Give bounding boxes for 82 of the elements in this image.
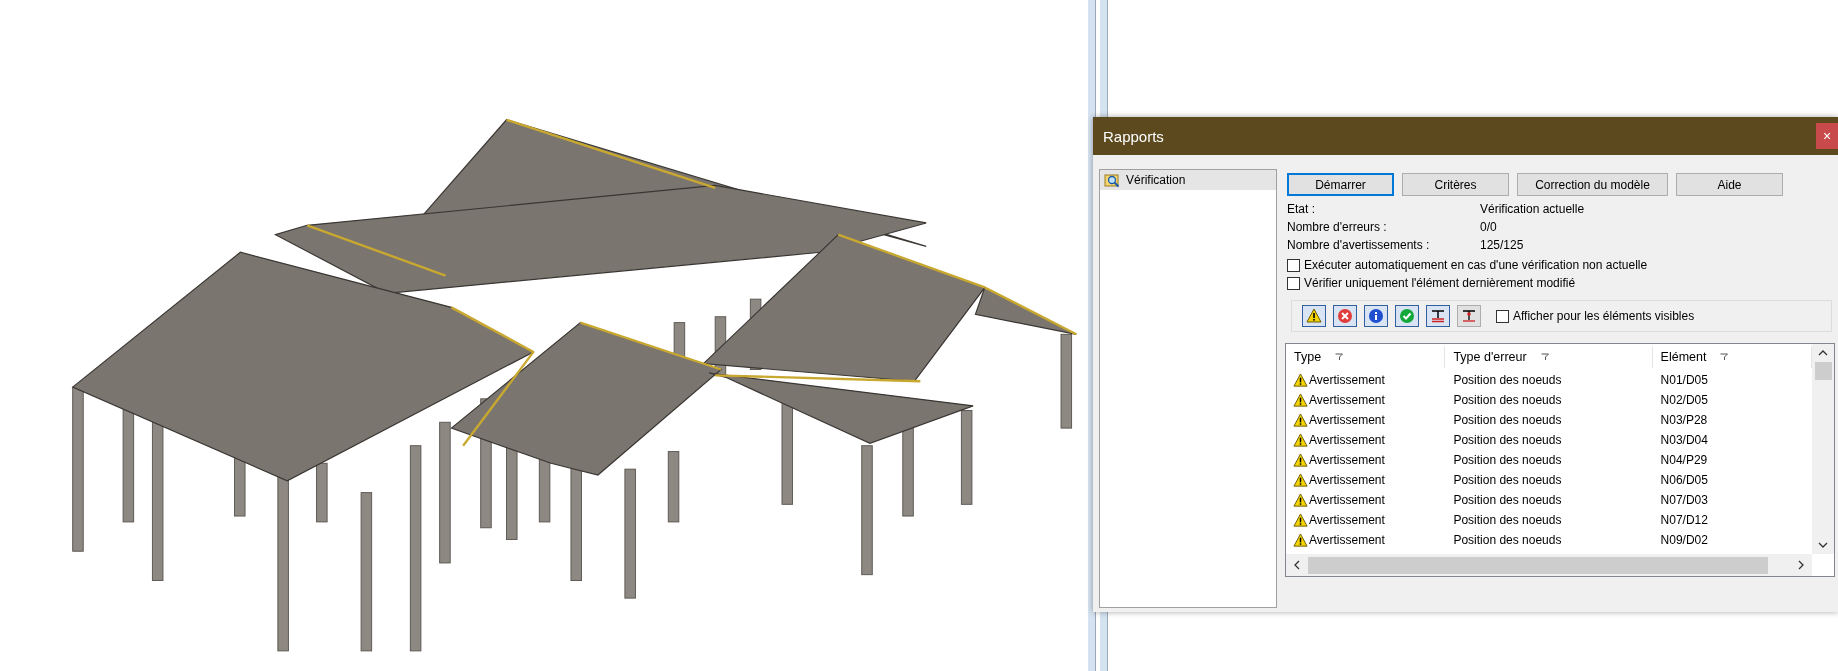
table-cell: Position des noeuds <box>1453 513 1562 527</box>
table-cell: Position des noeuds <box>1453 373 1562 387</box>
table-cell: N02/D05 <box>1660 393 1708 407</box>
checkbox[interactable] <box>1287 276 1300 290</box>
warning-icon <box>1293 492 1308 508</box>
warning-icon <box>1293 472 1308 488</box>
status-label: Etat : <box>1287 202 1316 216</box>
info-icon <box>1368 308 1384 324</box>
close-button[interactable]: × <box>1816 123 1838 149</box>
table-cell: N09/D02 <box>1660 533 1708 547</box>
table-cell: Avertissement <box>1309 393 1385 407</box>
column-header[interactable]: Type d'erreur <box>1445 346 1653 368</box>
ok-filter-toggle[interactable] <box>1395 305 1419 327</box>
table-cell: Avertissement <box>1309 473 1385 487</box>
column-header[interactable]: Type <box>1286 346 1446 368</box>
scroll-left-icon[interactable] <box>1294 560 1300 570</box>
table-cell: Position des noeuds <box>1453 433 1562 447</box>
horizontal-scrollbar[interactable] <box>1286 554 1812 576</box>
warning-icon <box>1293 392 1308 408</box>
action-button[interactable]: Aide <box>1676 173 1783 196</box>
table-cell: N07/D03 <box>1660 493 1708 507</box>
error-icon <box>1337 308 1353 324</box>
table-cell: N07/D12 <box>1660 513 1708 527</box>
info-filter-toggle[interactable] <box>1364 305 1388 327</box>
table-cell: Avertissement <box>1309 413 1385 427</box>
scroll-up-icon[interactable] <box>1818 350 1828 356</box>
filter-icon[interactable] <box>1335 353 1344 361</box>
table-cell: Position des noeuds <box>1453 453 1562 467</box>
table-cell: Avertissement <box>1309 373 1385 387</box>
table-cell: Position des noeuds <box>1453 413 1562 427</box>
action-button[interactable]: Correction du modèle <box>1517 173 1668 196</box>
tree-item[interactable]: Vérification <box>1100 170 1276 190</box>
checkbox[interactable] <box>1496 309 1509 323</box>
scroll-down-icon[interactable] <box>1818 542 1828 548</box>
node-icon <box>1461 308 1477 324</box>
status-value: 0/0 <box>1480 220 1498 234</box>
table-cell: N03/P28 <box>1660 413 1708 427</box>
table-cell: Avertissement <box>1309 493 1385 507</box>
action-button[interactable]: Démarrer <box>1287 173 1394 196</box>
warning-icon <box>1293 432 1308 448</box>
warning-icon <box>1293 452 1308 468</box>
table-cell: Avertissement <box>1309 513 1385 527</box>
warning-icon <box>1306 308 1322 324</box>
warning-icon <box>1293 532 1308 548</box>
status-value: Vérification actuelle <box>1480 202 1586 216</box>
warning-icon <box>1293 372 1308 388</box>
window-title: Rapports <box>1102 127 1164 145</box>
table-cell: Position des noeuds <box>1453 493 1562 507</box>
node-filter-toggle[interactable] <box>1457 305 1481 327</box>
filter-icon[interactable] <box>1540 353 1549 361</box>
table-cell: Position des noeuds <box>1453 473 1562 487</box>
checkbox[interactable] <box>1287 258 1300 272</box>
scroll-right-icon[interactable] <box>1798 560 1804 570</box>
beam-icon <box>1430 308 1446 324</box>
table-cell: Position des noeuds <box>1453 533 1562 547</box>
error-filter-toggle[interactable] <box>1333 305 1357 327</box>
checkbox-label: Vérifier uniquement l'élément dernièrement modifié <box>1304 276 1576 290</box>
warning-filter-toggle[interactable] <box>1302 305 1326 327</box>
action-button[interactable]: Critères <box>1402 173 1509 196</box>
warning-icon <box>1293 412 1308 428</box>
checkbox-label: Afficher pour les éléments visibles <box>1513 309 1695 323</box>
checkbox-label: Exécuter automatiquement en cas d'une vérification non actuelle <box>1304 258 1648 272</box>
table-cell: N04/P29 <box>1660 453 1708 467</box>
magnifier-folder-icon <box>1104 172 1120 188</box>
column-header[interactable]: Elément <box>1652 346 1812 368</box>
check-icon <box>1399 308 1415 324</box>
scroll-thumb[interactable] <box>1814 362 1832 380</box>
status-value: 125/125 <box>1480 238 1525 252</box>
table-cell: Position des noeuds <box>1453 393 1562 407</box>
table-cell: Avertissement <box>1309 453 1385 467</box>
table-cell: N01/D05 <box>1660 373 1708 387</box>
bar-filter-toggle[interactable] <box>1426 305 1450 327</box>
table-cell: Avertissement <box>1309 433 1385 447</box>
table-cell: N06/D05 <box>1660 473 1708 487</box>
table-cell: N03/D04 <box>1660 433 1708 447</box>
table-cell: Avertissement <box>1309 533 1385 547</box>
status-label: Nombre d'erreurs : <box>1287 220 1388 234</box>
filter-icon[interactable] <box>1720 353 1729 361</box>
vertical-scrollbar[interactable] <box>1812 344 1834 554</box>
warning-icon <box>1293 512 1308 528</box>
scroll-thumb[interactable] <box>1308 556 1768 574</box>
status-label: Nombre d'avertissements : <box>1287 238 1431 252</box>
